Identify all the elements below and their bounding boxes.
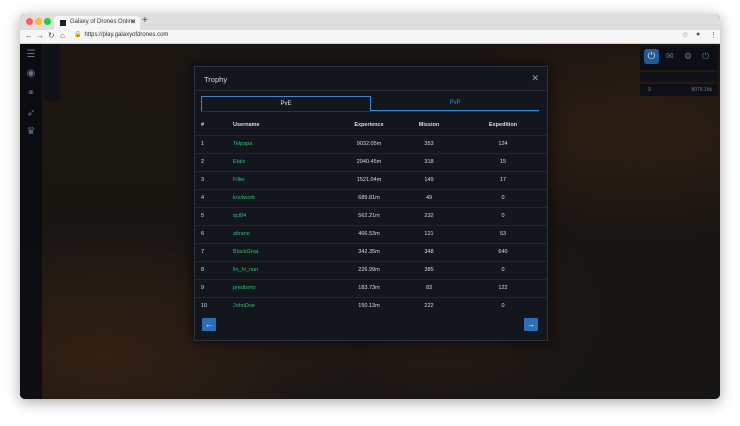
table-row: 4 knotwork 689.81m 49 0 (195, 189, 547, 208)
table-row: 7 BlackGnat 342.35m 348 640 (195, 243, 547, 262)
home-icon[interactable]: ⌂ (60, 31, 65, 40)
game-viewport[interactable]: ☰ ◉ ⚭ ➶ ♛ ⏻ ✉ ⚙ ⏻ 9 8076.1hk Trophy ✕ Pv… (20, 44, 720, 399)
username-cell[interactable]: knotwork (233, 195, 255, 201)
modal-header-divider (195, 90, 547, 91)
username-cell[interactable]: altrano (233, 231, 250, 237)
mission-cell: 232 (424, 213, 434, 219)
tab-pve[interactable]: PvE (201, 96, 371, 111)
table-row: 1 Telpapa 9032.05m 353 124 (195, 135, 547, 154)
reload-icon[interactable]: ↻ (48, 31, 55, 40)
rank-cell: 6 (201, 231, 205, 237)
window-close-button[interactable] (26, 18, 33, 25)
address-url: https://play.galaxyofdrones.com (84, 32, 169, 38)
close-icon[interactable]: ✕ (531, 73, 539, 84)
tab-pvp[interactable]: PvP (371, 96, 539, 111)
mission-cell: 49 (425, 195, 433, 201)
experience-cell: 9032.05m (356, 141, 382, 147)
rank-cell: 5 (201, 213, 205, 219)
experience-cell: 183.73m (358, 285, 380, 291)
username-cell[interactable]: predismo (233, 285, 256, 291)
mission-cell: 121 (424, 231, 434, 237)
prev-page-button[interactable]: ← (202, 318, 216, 331)
rank-cell: 4 (201, 195, 205, 201)
tab-underline (201, 111, 539, 112)
rank-cell: 3 (201, 177, 205, 183)
profile-icon[interactable]: ● (696, 31, 700, 38)
mission-cell: 353 (424, 141, 434, 147)
experience-cell: 562.21m (358, 213, 380, 219)
mission-cell: 318 (424, 159, 434, 165)
rank-cell: 7 (201, 249, 205, 255)
lock-icon: 🔒 (74, 32, 82, 38)
menu-icon[interactable]: ⋮ (710, 31, 717, 39)
arrow-left-icon: ← (205, 320, 213, 329)
table-row: 2 Etalz 2940.45m 318 15 (195, 153, 547, 172)
expedition-cell: 53 (499, 231, 507, 237)
expedition-cell: 122 (498, 285, 508, 291)
username-cell[interactable]: JohnDoe (233, 303, 255, 309)
address-bar[interactable]: 🔒 https://play.galaxyofdrones.com (74, 31, 168, 38)
window-minimize-button[interactable] (35, 18, 42, 25)
mission-cell: 149 (424, 177, 434, 183)
bookmark-star-icon[interactable]: ☆ (682, 31, 688, 39)
modal-title: Trophy (204, 75, 228, 84)
experience-cell: 2940.45m (356, 159, 382, 165)
experience-cell: 342.35m (358, 249, 380, 255)
experience-cell: 150.13m (358, 303, 380, 309)
username-cell[interactable]: BlackGnat (233, 249, 258, 255)
window-maximize-button[interactable] (44, 18, 51, 25)
column-header-username: Username (233, 122, 260, 128)
back-icon[interactable]: ← (25, 31, 33, 40)
column-header-expedition: Expedition (488, 122, 518, 128)
rank-cell: 10 (201, 303, 208, 309)
expedition-cell: 640 (498, 249, 508, 255)
new-tab-button[interactable]: + (142, 15, 148, 26)
expedition-cell: 17 (499, 177, 507, 183)
expedition-cell: 15 (499, 159, 507, 165)
experience-cell: 689.81m (358, 195, 380, 201)
rank-cell: 9 (201, 285, 205, 291)
next-page-button[interactable]: → (524, 318, 538, 331)
username-cell[interactable]: Telpapa (233, 141, 252, 147)
table-row: 6 altrano 466.53m 121 53 (195, 225, 547, 244)
table-row: 8 lin_hi_nun 226.99m 385 0 (195, 261, 547, 280)
trophy-modal: Trophy ✕ PvE PvP # Username Experience M… (194, 66, 548, 341)
username-cell[interactable]: Filler (233, 177, 245, 183)
expedition-cell: 124 (498, 141, 508, 147)
browser-window: Galaxy of Drones Online ✕ + ← → ↻ ⌂ 🔒 htt… (20, 14, 720, 399)
expedition-cell: 0 (501, 267, 505, 273)
username-cell[interactable]: lin_hi_nun (233, 267, 258, 273)
expedition-cell: 0 (501, 195, 505, 201)
browser-tab[interactable]: Galaxy of Drones Online ✕ (54, 16, 140, 30)
table-row: 3 Filler 1521.04m 149 17 (195, 171, 547, 190)
username-cell[interactable]: Etalz (233, 159, 245, 165)
mission-cell: 222 (424, 303, 434, 309)
browser-tab-title: Galaxy of Drones Online (70, 19, 136, 25)
mission-cell: 385 (424, 267, 434, 273)
column-header-mission: Mission (418, 122, 440, 128)
experience-cell: 1521.04m (356, 177, 382, 183)
column-header-rank: # (201, 122, 205, 128)
tab-close-icon[interactable]: ✕ (130, 18, 136, 26)
table-row: 5 qci84 562.21m 232 0 (195, 207, 547, 226)
rank-cell: 8 (201, 267, 205, 273)
expedition-cell: 0 (501, 303, 505, 309)
experience-cell: 226.99m (358, 267, 380, 273)
rank-cell: 1 (201, 141, 205, 147)
table-row: 9 predismo 183.73m 83 122 (195, 279, 547, 298)
browser-tab-bar: Galaxy of Drones Online ✕ + (20, 14, 720, 30)
forward-icon[interactable]: → (36, 31, 44, 40)
arrow-right-icon: → (527, 320, 535, 329)
favicon-icon (60, 20, 66, 26)
browser-toolbar: ← → ↻ ⌂ 🔒 https://play.galaxyofdrones.com… (20, 30, 720, 44)
expedition-cell: 0 (501, 213, 505, 219)
experience-cell: 466.53m (358, 231, 380, 237)
mission-cell: 348 (424, 249, 434, 255)
column-header-experience: Experience (354, 122, 384, 128)
username-cell[interactable]: qci84 (233, 213, 246, 219)
rank-cell: 2 (201, 159, 205, 165)
mission-cell: 83 (425, 285, 433, 291)
table-row: 10 JohnDoe 150.13m 222 0 (195, 297, 547, 316)
